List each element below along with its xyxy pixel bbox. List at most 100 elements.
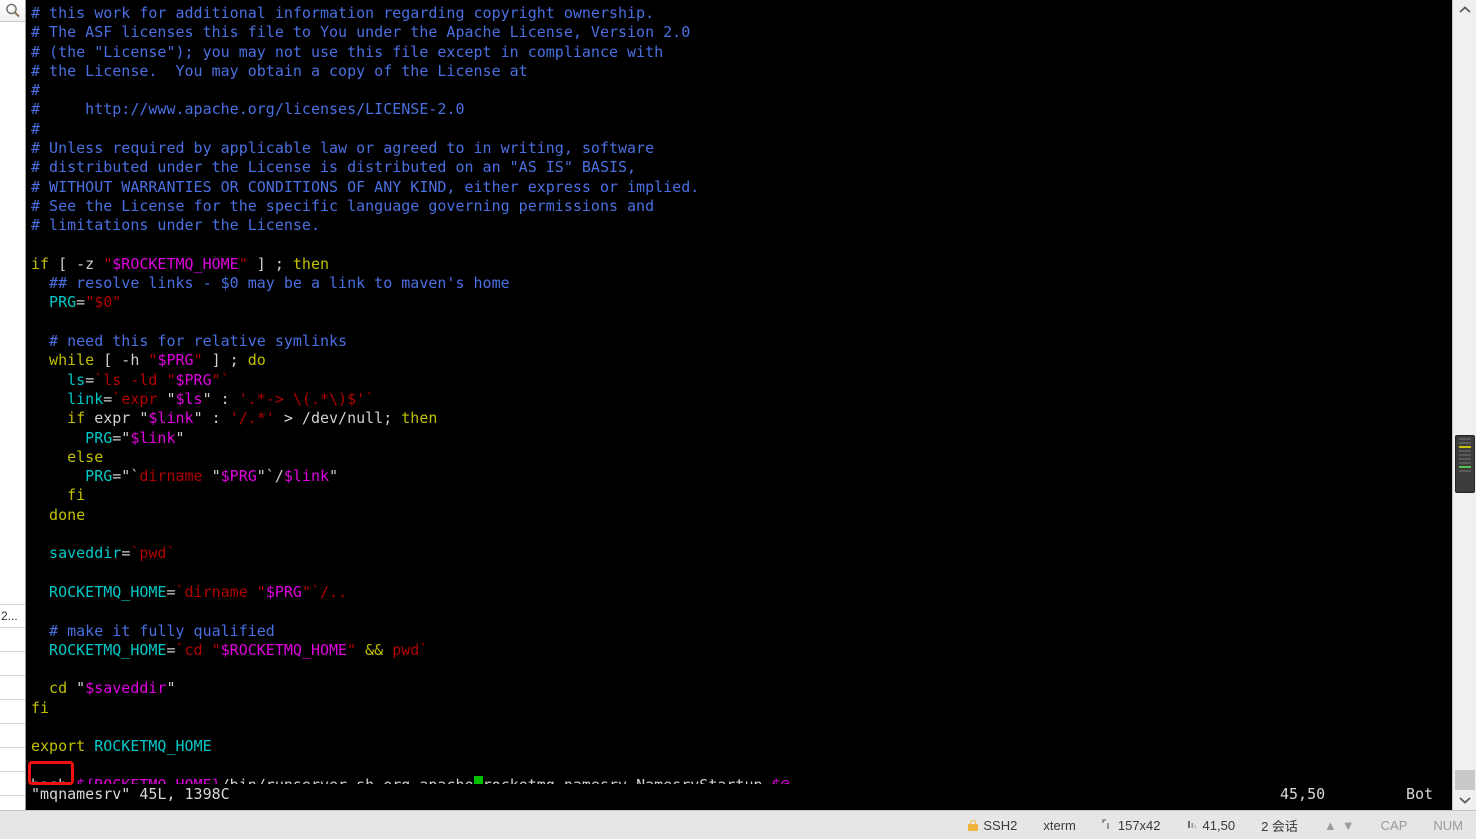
application-status-bar: SSH2 xterm 157x42 41,50 2 会话 ▲ ▼ CAP NUM <box>0 810 1476 839</box>
terminal-line: export ROCKETMQ_HOME <box>31 737 1452 756</box>
terminal-text: `ls -ld <box>94 370 167 389</box>
list-item[interactable] <box>0 676 25 700</box>
screen-size-icon <box>1102 818 1113 833</box>
terminal-text: " <box>166 679 176 698</box>
terminal-text: expr " <box>85 409 149 428</box>
cursor-position-icon <box>1187 818 1198 833</box>
terminal-text: " <box>238 254 248 273</box>
list-item[interactable] <box>0 628 25 652</box>
terminal-line: # See the License for the specific langu… <box>31 197 1452 216</box>
status-caps-lock-label: CAP <box>1380 817 1408 833</box>
terminal-text: $ROCKETMQ_HOME <box>220 640 348 659</box>
terminal-text: ] ; <box>202 351 248 370</box>
list-item[interactable] <box>0 700 25 724</box>
terminal-text: = <box>121 544 131 563</box>
terminal-text: ` <box>112 389 122 408</box>
terminal-line: # http://www.apache.org/licenses/LICENSE… <box>31 100 1452 119</box>
terminal-text: # limitations under the License. <box>31 216 320 235</box>
terminal-line: # WITHOUT WARRANTIES OR CONDITIONS OF AN… <box>31 178 1452 197</box>
list-item[interactable] <box>0 652 25 676</box>
terminal-line: ROCKETMQ_HOME=`cd "$ROCKETMQ_HOME" && pw… <box>31 641 1452 660</box>
status-cursor-position[interactable]: 41,50 <box>1174 811 1249 839</box>
terminal-text: do <box>247 351 266 370</box>
terminal-text: link <box>31 389 104 408</box>
terminal-line: fi <box>31 699 1452 718</box>
terminal-text: `dirname <box>175 582 257 601</box>
list-item[interactable] <box>0 772 25 796</box>
terminal-line: # make it fully qualified <box>31 622 1452 641</box>
terminal-text: cd <box>31 679 68 698</box>
status-protocol[interactable]: SSH2 <box>955 811 1030 839</box>
terminal-text: " <box>112 293 122 312</box>
list-item[interactable] <box>0 748 25 772</box>
terminal-text: "`/ <box>256 467 284 486</box>
status-screen-size-label: 157x42 <box>1117 817 1161 833</box>
terminal-line: PRG="$link" <box>31 429 1452 448</box>
terminal-line: PRG="`dirname "$PRG"`/$link" <box>31 467 1452 486</box>
terminal-text: # the License. You may obtain a copy of … <box>31 61 528 80</box>
list-item[interactable]: 2... <box>0 604 25 628</box>
terminal-text: $PRG <box>265 582 302 601</box>
status-screen-size[interactable]: 157x42 <box>1089 811 1174 839</box>
arrow-up-icon: ▲ <box>1323 817 1337 833</box>
terminal-line: else <box>31 448 1452 467</box>
terminal-text: # this work for additional information r… <box>31 4 655 22</box>
left-sidebar-panel[interactable]: 2... <box>0 0 26 810</box>
vertical-scrollbar[interactable] <box>1452 0 1476 810</box>
terminal-line: # distributed under the License is distr… <box>31 158 1452 177</box>
chevron-down-icon[interactable] <box>1453 790 1476 810</box>
scrollbar-thumb[interactable] <box>1455 435 1475 493</box>
terminal-text: export <box>31 737 86 756</box>
terminal-text: pwd` <box>392 640 429 659</box>
vim-buffer[interactable]: # this work for additional information r… <box>26 0 1452 795</box>
terminal-line: PRG="$0" <box>31 293 1452 312</box>
list-item[interactable] <box>0 724 25 748</box>
terminal-text: PRG <box>31 293 77 312</box>
status-num-lock-label: NUM <box>1433 817 1463 833</box>
scrollbar-grip <box>1455 770 1475 792</box>
vim-cursor-position: 45,50 <box>1280 785 1326 803</box>
terminal-line: if expr "$link" : '/.*' > /dev/null; the… <box>31 409 1452 428</box>
status-session-count[interactable]: 2 会话 <box>1248 811 1311 839</box>
terminal-text: ] ; <box>247 254 293 273</box>
terminal-line: if [ -z "$ROCKETMQ_HOME" ] ; then <box>31 255 1452 274</box>
terminal-text: /.. <box>320 582 348 601</box>
terminal-text: fi <box>31 486 86 505</box>
terminal-line: # need this for relative symlinks <box>31 332 1452 351</box>
terminal-text: dirname <box>139 467 203 486</box>
terminal-text: = <box>85 370 95 389</box>
chevron-up-icon[interactable] <box>1453 0 1476 20</box>
terminal-text: saveddir <box>31 544 122 563</box>
terminal-text: PRG <box>31 467 113 486</box>
terminal-text: = <box>76 293 86 312</box>
vim-scroll-location: Bot <box>1406 785 1434 803</box>
xshell-window: 2... # this work for additional informat… <box>0 0 1476 839</box>
status-transfer-arrows: ▲ ▼ <box>1311 811 1368 839</box>
terminal-line: # Unless required by applicable law or a… <box>31 139 1452 158</box>
magnifier-icon[interactable] <box>5 3 21 19</box>
terminal-text: " <box>157 389 176 408</box>
terminal-text: " <box>211 640 221 659</box>
terminal-text: [ -h <box>94 351 149 370</box>
terminal-text: ROCKETMQ_HOME <box>94 737 212 756</box>
terminal-text: " <box>193 351 203 370</box>
terminal-text: '.*-> \(.*\)$'` <box>238 389 375 408</box>
sidebar-header[interactable] <box>0 0 25 22</box>
terminal-text: " <box>329 467 339 486</box>
terminal-text: " <box>256 582 266 601</box>
terminal-line: # <box>31 81 1452 100</box>
terminal-text: $link <box>130 428 176 447</box>
sidebar-session-list[interactable]: 2... <box>0 604 25 810</box>
terminal-line: link=`expr "$ls" : '.*-> \(.*\)$'` <box>31 390 1452 409</box>
scrollbar-track[interactable] <box>1453 20 1476 790</box>
terminal-text: # (the "License"); you may not use this … <box>31 42 664 61</box>
terminal-screen[interactable]: # this work for additional information r… <box>26 0 1452 810</box>
status-terminal-type[interactable]: xterm <box>1030 811 1089 839</box>
terminal-text: else <box>31 447 104 466</box>
terminal-text: $ROCKETMQ_HOME <box>112 254 239 273</box>
